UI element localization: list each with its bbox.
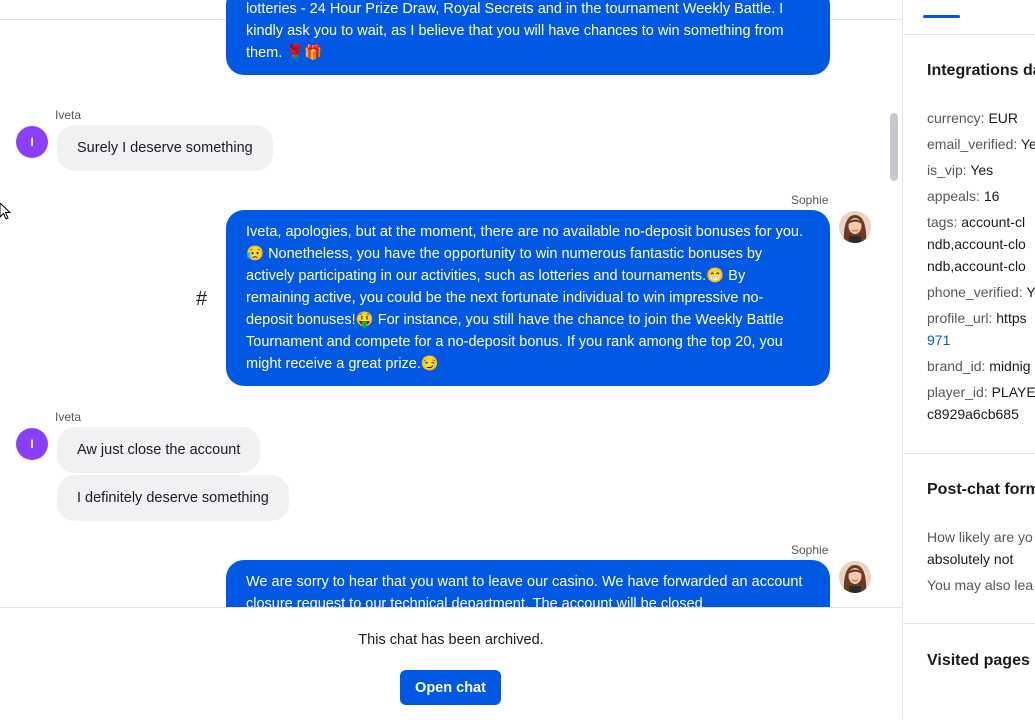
agent-message-bubble: We are sorry to hear that you want to le… [226,560,830,607]
agent-message-bubble: Iveta, apologies, but at the moment, the… [226,210,830,386]
profile-url-link[interactable]: https [996,310,1026,326]
agent-name: Sophie [791,543,829,557]
agent-avatar [839,561,871,593]
customer-name: Iveta [55,410,82,424]
archived-notice: This chat has been archived. [358,632,544,648]
profile-url-link[interactable]: 971 [927,329,950,351]
field-is-vip: is_vip: Yes [927,162,994,178]
divider [903,34,1035,35]
customer-message-bubble: Aw just close the account [57,427,261,473]
agent-avatar [839,211,871,243]
active-tab-indicator [923,15,960,18]
integrations-section-title[interactable]: Integrations da [927,62,1035,80]
field-appeals: appeals: 16 [927,188,1000,204]
message-text: lotteries - 24 Hour Prize Draw, Royal Se… [246,1,784,61]
field-player-id-continued: c8929a6cb685 [927,406,1019,422]
chat-footer: This chat has been archived. Open chat [0,607,902,720]
customer-name: Iveta [55,108,82,122]
agent-name: Sophie [791,193,829,207]
hash-icon[interactable]: # [196,288,207,311]
details-sidebar: Integrations da currency: EUR email_veri… [902,0,1035,719]
field-profile-url: profile_url: https [927,310,1027,326]
field-tags-continued: ndb,account-clo [927,236,1026,252]
divider [903,453,1035,454]
field-phone-verified: phone_verified: Y [927,284,1035,300]
postchat-section-title[interactable]: Post-chat form [927,481,1035,499]
field-email-verified: email_verified: Ye [927,136,1035,152]
field-currency: currency: EUR [927,110,1019,126]
agent-photo-icon [839,211,871,243]
message-text: We are sorry to hear that you want to le… [246,574,803,607]
visited-pages-section-title[interactable]: Visited pages [927,652,1030,670]
message-text: Aw just close the account [77,442,241,458]
message-text: Surely I deserve something [77,140,253,156]
postchat-question: How likely are yo [927,529,1033,545]
scrollbar-thumb[interactable] [890,113,898,181]
customer-avatar: I [16,428,48,460]
field-player-id: player_id: PLAYE [927,384,1035,400]
field-brand-id: brand_id: midnig [927,358,1031,374]
agent-photo-icon [839,561,871,593]
divider [903,623,1035,624]
message-text: I definitely deserve something [77,490,269,506]
postchat-answer: absolutely not [927,551,1014,567]
customer-message-bubble: I definitely deserve something [57,475,289,521]
postchat-more: You may also lea [927,577,1034,593]
field-tags: tags: account-cl [927,214,1026,230]
customer-message-bubble: Surely I deserve something [57,125,273,171]
field-tags-continued: ndb,account-clo [927,258,1026,274]
customer-avatar: I [16,126,48,158]
open-chat-button[interactable]: Open chat [400,670,501,705]
message-text: Iveta, apologies, but at the moment, the… [246,224,803,372]
chat-transcript: lotteries - 24 Hour Prize Draw, Royal Se… [0,0,902,607]
mouse-cursor-icon [0,203,12,220]
agent-message-bubble: lotteries - 24 Hour Prize Draw, Royal Se… [226,0,830,75]
